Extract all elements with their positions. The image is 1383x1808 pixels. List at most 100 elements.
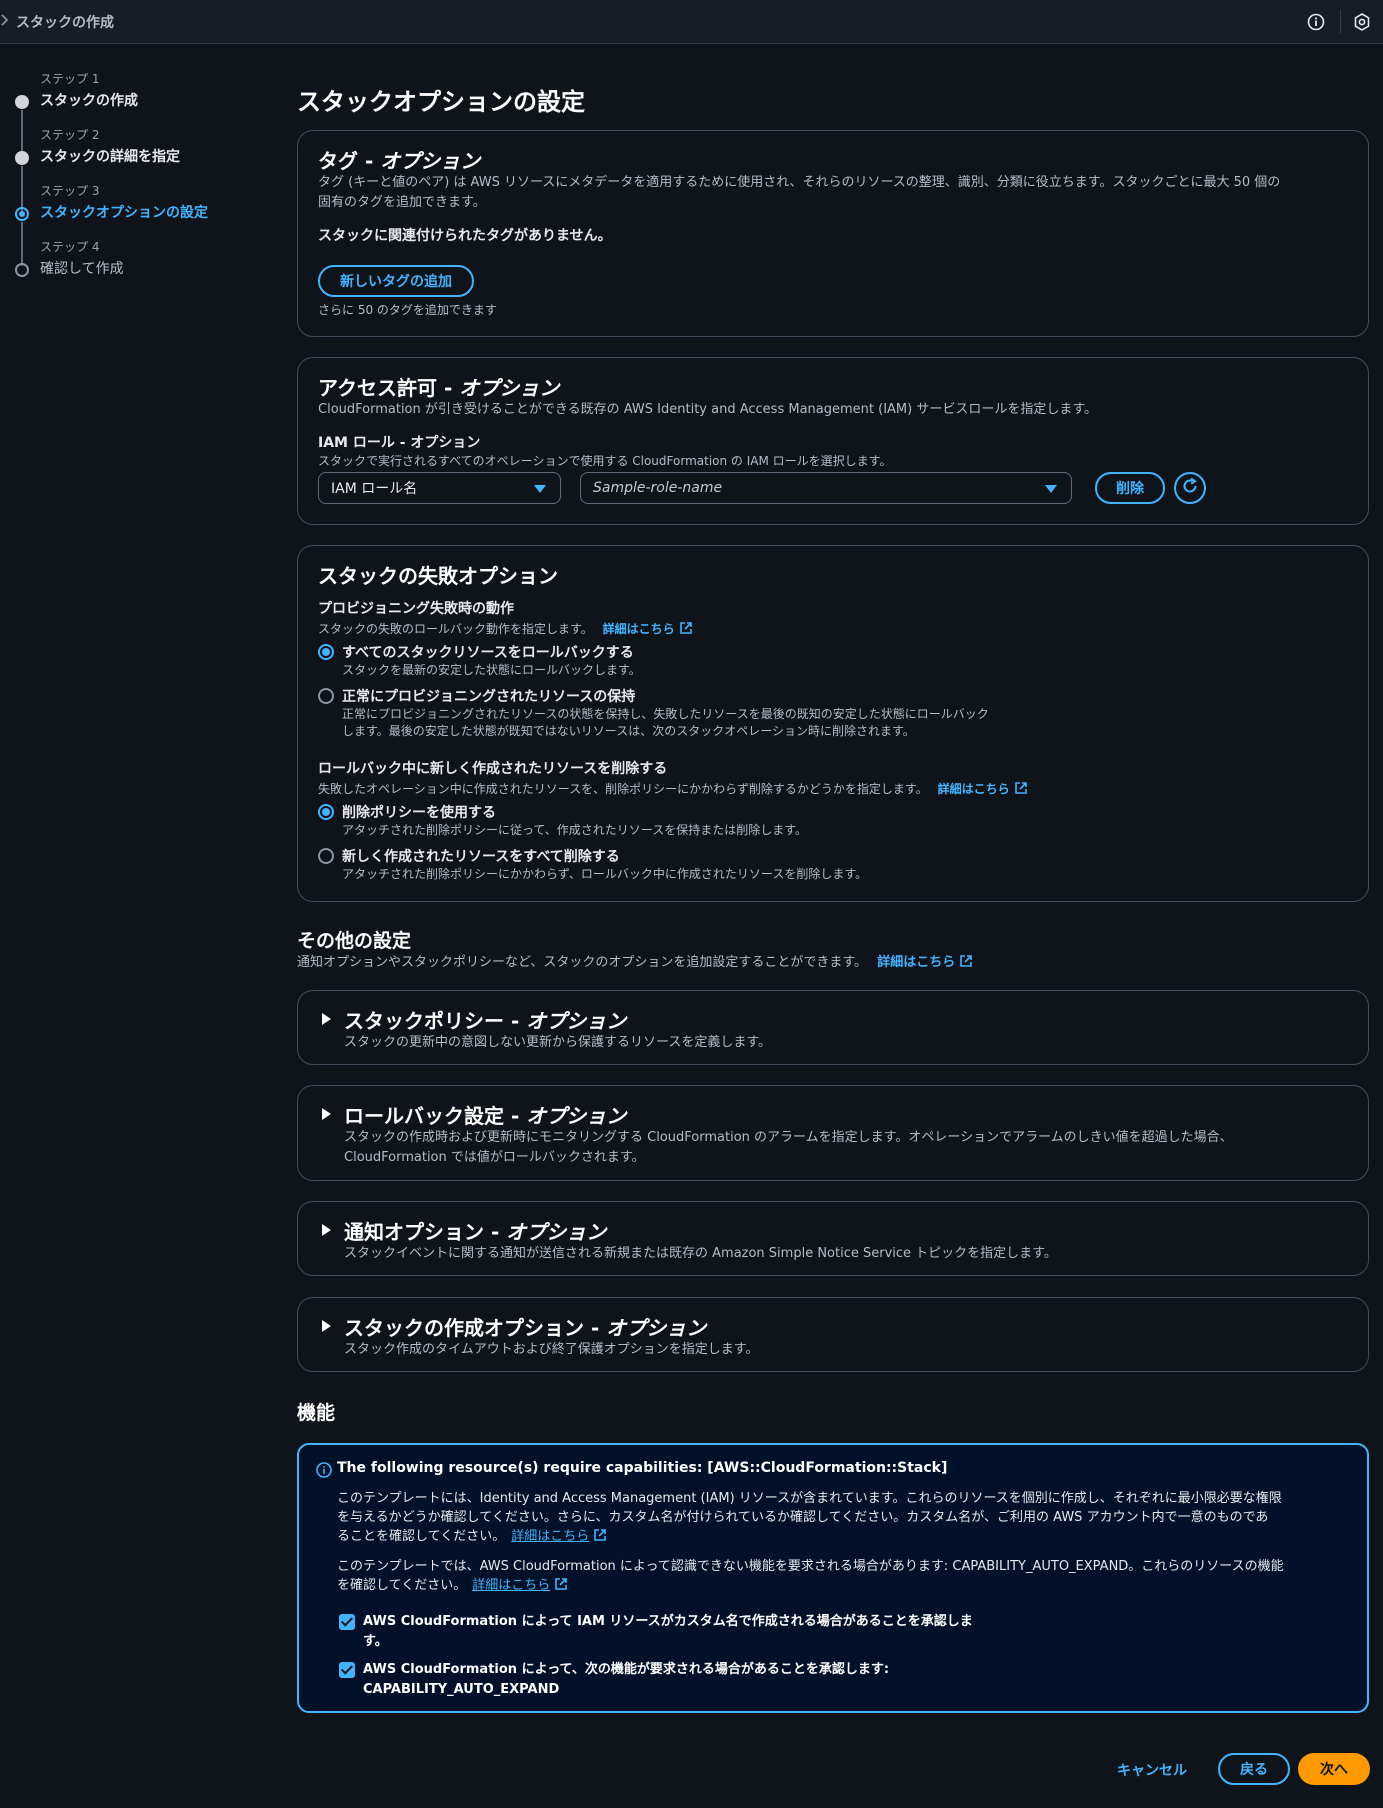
label-line: CAPABILITY_AUTO_EXPAND — [363, 1682, 560, 1697]
label-line: AWS CloudFormation によって IAM リソースがカスタム名で作… — [363, 1614, 973, 1629]
link-text: 詳細はこちら — [937, 782, 1010, 796]
notification-options-section[interactable]: 通知オプション - オプション スタックイベントに関する通知が送信される新規また… — [297, 1201, 1369, 1276]
step-label: 確認して作成 — [40, 261, 124, 277]
step-2[interactable]: ステップ 2 スタックの詳細を指定 — [0, 126, 260, 178]
radio-rollback-all[interactable] — [318, 644, 334, 660]
cancel-button[interactable]: キャンセル — [1117, 1760, 1187, 1780]
radio-preserve-resources[interactable] — [318, 688, 334, 704]
access-description: CloudFormation が引き受けることができる既存の AWS Ident… — [318, 402, 1098, 417]
step-number: ステップ 2 — [40, 128, 100, 142]
desc-text: 失敗したオペレーション中に作成されたリソースを、削除ポリシーにかかわらず削除する… — [318, 782, 928, 796]
section-title-text: ロールバック設定 - — [344, 1104, 527, 1128]
page-title: スタックオプションの設定 — [297, 88, 585, 116]
iam-role-label: IAM ロール - オプション — [318, 435, 481, 451]
delete-new-resources-label: ロールバック中に新しく作成されたリソースを削除する — [318, 761, 668, 777]
breadcrumb: スタックの作成 — [16, 14, 114, 31]
step-label: スタックの作成 — [40, 93, 138, 109]
failure-title: スタックの失敗オプション — [318, 564, 558, 588]
desc-line: 固有のタグを追加できます。 — [318, 195, 486, 210]
stack-policy-section[interactable]: スタックポリシー - オプション スタックの更新中の意図しない更新から保護するリ… — [297, 990, 1369, 1065]
delete-role-button[interactable]: 削除 — [1095, 472, 1165, 504]
desc-line: スタックの作成時および更新時にモニタリングする CloudFormation の… — [344, 1130, 1233, 1145]
info-icon[interactable] — [1306, 12, 1326, 32]
desc-line: を与えるかどうか確認してください。さらに、カスタム名が付けられているか確認してく… — [337, 1510, 1269, 1525]
learn-more-link[interactable]: 詳細はこちら — [877, 955, 973, 970]
iam-role-type-select[interactable]: IAM ロール名 — [318, 472, 561, 504]
learn-more-link[interactable]: 詳細はこちら — [603, 622, 693, 636]
provisioning-description: スタックの失敗のロールバック動作を指定します。 詳細はこちら — [318, 620, 693, 637]
step-complete-icon — [15, 151, 29, 165]
tags-remaining: さらに 50 のタグを追加できます — [318, 303, 497, 317]
iam-role-description: スタックで実行されるすべてのオペレーションで使用する CloudFormatio… — [318, 454, 892, 468]
tags-empty-message: スタックに関連付けられたタグがありません。 — [318, 228, 612, 244]
desc-line: 正常にプロビジョニングされたリソースの状態を保持し、失敗したリソースを最後の既知… — [342, 707, 989, 721]
desc-line: このテンプレートでは、AWS CloudFormation によって認識できない… — [337, 1559, 1284, 1574]
back-button[interactable]: 戻る — [1218, 1753, 1290, 1785]
refresh-button[interactable] — [1174, 472, 1206, 504]
iam-role-name-select[interactable]: Sample-role-name — [580, 472, 1072, 504]
link-text: 詳細はこちら — [602, 622, 675, 636]
caret-down-icon — [1045, 485, 1057, 493]
refresh-icon — [1181, 477, 1199, 499]
tags-title: タグ - オプション — [318, 145, 480, 174]
auto-expand-paragraph: このテンプレートでは、AWS CloudFormation によって認識できない… — [337, 1557, 1284, 1595]
step-number: ステップ 4 — [40, 240, 100, 254]
section-description: スタックの作成時および更新時にモニタリングする CloudFormation の… — [344, 1128, 1233, 1168]
optional-label: オプション — [606, 1316, 707, 1340]
next-button[interactable]: 次へ — [1298, 1753, 1370, 1785]
desc-text: を確認してください。 — [337, 1578, 467, 1593]
delete-all-new-description: アタッチされた削除ポリシーにかかわらず、ロールバック中に作成されたリソースを削除… — [342, 867, 868, 881]
use-deletion-policy-label: 削除ポリシーを使用する — [342, 805, 496, 821]
radio-delete-all-new[interactable] — [318, 848, 334, 864]
step-label: スタックオプションの設定 — [40, 205, 208, 221]
add-tag-button[interactable]: 新しいタグの追加 — [318, 265, 474, 297]
failure-options-panel: スタックの失敗オプション プロビジョニング失敗時の動作 スタックの失敗のロールバ… — [297, 545, 1369, 902]
section-title: スタックの作成オプション - オプション — [344, 1312, 706, 1341]
section-description: スタック作成のタイムアウトおよび終了保護オプションを指定します。 — [344, 1342, 759, 1357]
chevron-right-icon[interactable] — [0, 13, 16, 30]
divider — [1340, 10, 1341, 34]
section-title: スタックポリシー - オプション — [344, 1005, 626, 1034]
learn-more-link[interactable]: 詳細はこちら — [938, 782, 1028, 796]
provisioning-label: プロビジョニング失敗時の動作 — [318, 601, 514, 617]
step-complete-icon — [15, 95, 29, 109]
stack-creation-options-section[interactable]: スタックの作成オプション - オプション スタック作成のタイムアウトおよび終了保… — [297, 1297, 1369, 1372]
optional-label: オプション — [526, 1009, 627, 1033]
desc-line: タグ (キーと値のペア) は AWS リソースにメタデータを適用するために使用さ… — [318, 175, 1281, 190]
optional-label: オプション — [459, 376, 560, 400]
section-title-text: スタックの作成オプション - — [344, 1316, 607, 1340]
top-bar: スタックの作成 — [0, 0, 1383, 44]
capabilities-alert: The following resource(s) require capabi… — [297, 1443, 1369, 1713]
radio-use-deletion-policy[interactable] — [318, 804, 334, 820]
caret-right-icon — [322, 1320, 331, 1332]
select-value: IAM ロール名 — [331, 481, 418, 497]
section-description: スタックの更新中の意図しない更新から保護するリソースを定義します。 — [344, 1035, 772, 1050]
external-link-icon — [959, 954, 973, 968]
desc-line: します。最後の安定した状態が既知ではないリソースは、次のスタックオペレーション時… — [342, 724, 915, 738]
external-link-icon — [679, 621, 693, 635]
step-1[interactable]: ステップ 1 スタックの作成 — [0, 70, 260, 122]
learn-more-link[interactable]: 詳細はこちら — [472, 1578, 568, 1593]
alert-title: The following resource(s) require capabi… — [337, 1460, 948, 1476]
ack-iam-checkbox[interactable] — [339, 1614, 355, 1630]
step-number: ステップ 1 — [40, 72, 100, 86]
settings-icon[interactable] — [1352, 12, 1372, 32]
external-link-icon — [1014, 781, 1028, 795]
desc-line: このテンプレートには、Identity and Access Managemen… — [337, 1491, 1282, 1506]
info-icon — [315, 1461, 333, 1483]
step-current-icon — [15, 207, 29, 221]
rollback-all-description: スタックを最新の安定した状態にロールバックします。 — [342, 663, 641, 677]
rollback-all-label: すべてのスタックリソースをロールバックする — [342, 645, 634, 661]
section-title-text: アクセス許可 - — [318, 376, 460, 400]
caret-right-icon — [322, 1224, 331, 1236]
step-label: スタックの詳細を指定 — [40, 149, 180, 165]
ack-auto-expand-checkbox[interactable] — [339, 1662, 355, 1678]
iam-capability-paragraph: このテンプレートには、Identity and Access Managemen… — [337, 1489, 1282, 1546]
tags-panel: タグ - オプション タグ (キーと値のペア) は AWS リソースにメタデータ… — [297, 130, 1369, 337]
rollback-config-section[interactable]: ロールバック設定 - オプション スタックの作成時および更新時にモニタリングする… — [297, 1085, 1369, 1181]
learn-more-link[interactable]: 詳細はこちら — [511, 1529, 607, 1544]
step-pending-icon — [15, 263, 29, 277]
ack-iam-label: AWS CloudFormation によって IAM リソースがカスタム名で作… — [363, 1612, 973, 1652]
desc-line: を確認してください。 詳細はこちら — [337, 1576, 1284, 1595]
delete-new-resources-description: 失敗したオペレーション中に作成されたリソースを、削除ポリシーにかかわらず削除する… — [318, 780, 1028, 797]
